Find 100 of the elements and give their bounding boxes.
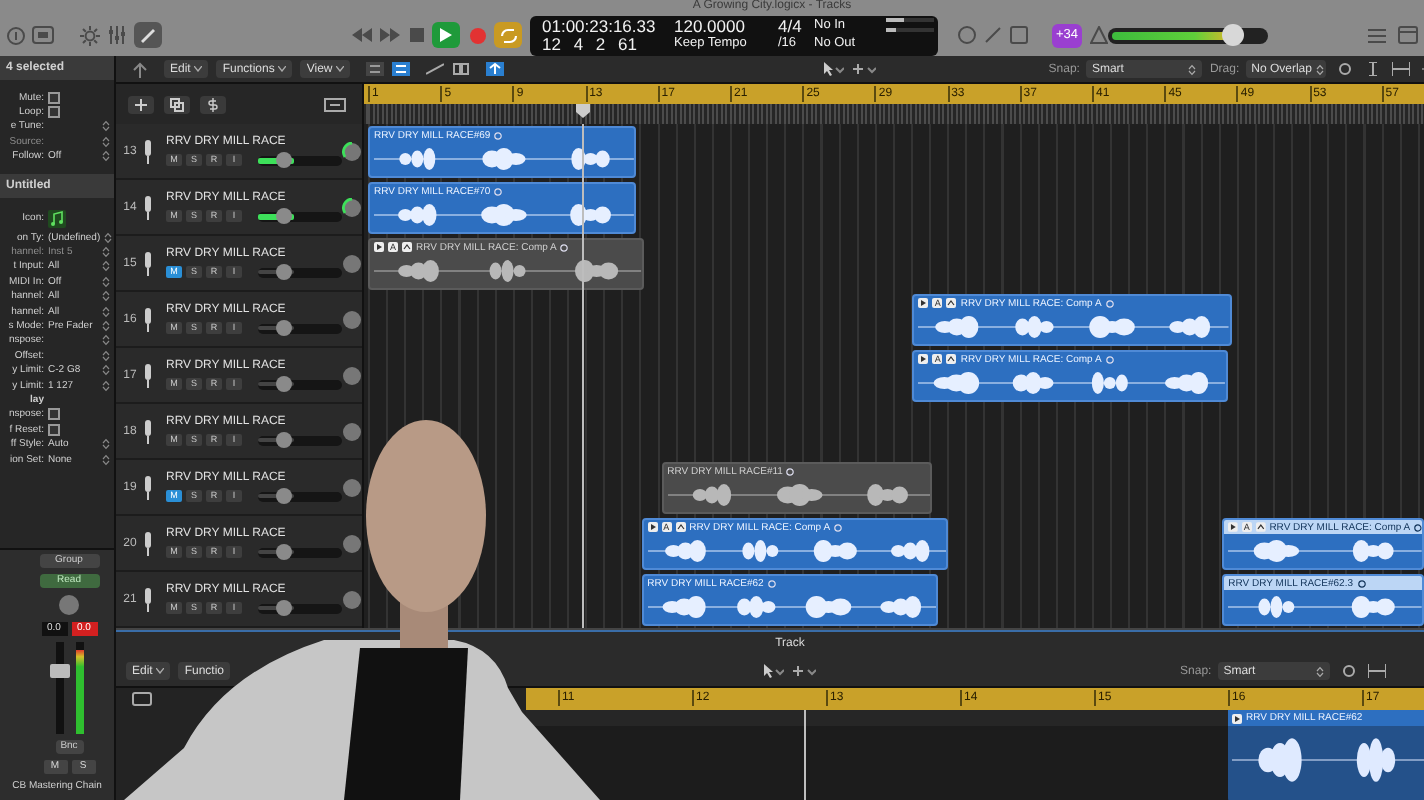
rewind-icon[interactable] (352, 28, 372, 42)
play-icon[interactable] (647, 522, 658, 532)
audio-track-icon (144, 587, 152, 611)
list-icon[interactable] (1368, 27, 1386, 43)
plus-tool-icon[interactable] (852, 62, 877, 76)
takes-fold-icon[interactable] (402, 242, 412, 252)
stepper-icon[interactable] (102, 319, 110, 332)
curve-icon[interactable] (426, 62, 445, 76)
stepper-icon[interactable] (102, 260, 110, 273)
loop-indicator-icon (767, 579, 776, 587)
caret-icon (156, 668, 165, 674)
duplicate-icon (170, 97, 184, 111)
slash-icon[interactable] (984, 26, 1002, 44)
stepper-icon[interactable] (102, 305, 110, 318)
catch-icon[interactable] (486, 62, 505, 76)
stepper-icon[interactable] (102, 150, 110, 163)
pointer-tool-icon[interactable] (820, 62, 845, 76)
play-icon[interactable] (1228, 522, 1238, 532)
split-icon[interactable] (452, 62, 471, 76)
dollar-button[interactable] (200, 95, 226, 113)
width-icon[interactable] (1391, 62, 1410, 76)
play-button[interactable] (432, 22, 460, 48)
loop-indicator-icon (1414, 523, 1422, 531)
caret-icon (336, 66, 345, 72)
stepper-icon (1315, 63, 1324, 75)
window-icon[interactable] (32, 26, 54, 44)
volume-slider[interactable] (258, 379, 342, 389)
volume-slider[interactable] (258, 603, 342, 613)
position-display: 12 4 2 61 (542, 34, 639, 54)
loop-indicator-icon (494, 131, 503, 139)
loop-indicator-icon (1357, 579, 1365, 587)
music-note-icon[interactable] (48, 209, 66, 228)
plus-tool-icon[interactable] (792, 664, 817, 678)
stepper-icon[interactable] (102, 334, 110, 347)
play-icon[interactable] (918, 354, 929, 364)
loop-indicator-icon (560, 243, 569, 251)
master-volume-slider[interactable] (1108, 27, 1268, 43)
audio-track-icon (144, 531, 152, 555)
fast-forward-icon[interactable] (380, 28, 400, 42)
play-icon[interactable] (918, 298, 929, 308)
pan-knob-icon[interactable] (342, 197, 362, 217)
volume-slider[interactable] (258, 491, 342, 501)
crosshair-icon[interactable] (1335, 62, 1354, 76)
checkbox[interactable] (48, 423, 60, 436)
text-cursor-icon[interactable] (1363, 62, 1382, 76)
edit-button[interactable] (134, 22, 162, 48)
global-tracks-icon[interactable] (324, 97, 346, 111)
audio-track-icon (144, 139, 152, 163)
list-view-icon[interactable] (366, 62, 385, 76)
stepper-icon[interactable] (102, 135, 110, 148)
audio-track-icon (144, 419, 152, 443)
stepper-icon[interactable] (102, 275, 110, 288)
duplicate-track-button[interactable] (164, 95, 190, 113)
brightness-icon[interactable] (80, 25, 100, 45)
takes-fold-icon[interactable] (946, 354, 957, 364)
stepper-icon[interactable] (102, 349, 110, 362)
audio-track-icon (144, 307, 152, 331)
checkbox[interactable] (48, 106, 60, 119)
audio-track-icon (144, 251, 152, 275)
takes-fold-icon[interactable] (675, 522, 686, 532)
volume-slider[interactable] (258, 435, 342, 445)
plus-icon (134, 97, 148, 111)
stepper-icon[interactable] (102, 120, 110, 133)
dollar-icon (206, 97, 220, 111)
play-icon[interactable] (1232, 713, 1242, 723)
volume-slider[interactable] (258, 211, 342, 221)
stepper-icon[interactable] (102, 364, 110, 377)
panel-icon[interactable] (1398, 26, 1418, 44)
stepper-icon[interactable] (102, 438, 110, 451)
audio-track-icon (144, 363, 152, 387)
pointer-tool-icon[interactable] (760, 664, 785, 678)
sliders-icon[interactable] (108, 26, 126, 44)
checkbox[interactable] (48, 91, 60, 104)
volume-slider[interactable] (258, 155, 342, 165)
width-icon[interactable] (1367, 664, 1386, 678)
audio-track-icon (144, 475, 152, 499)
cycle-button[interactable] (494, 22, 522, 48)
volume-slider[interactable] (258, 547, 342, 557)
box-icon[interactable] (1010, 26, 1028, 44)
region-icon[interactable] (132, 692, 152, 706)
checkbox[interactable] (48, 408, 60, 421)
takes-fold-icon[interactable] (1255, 522, 1266, 532)
volume-slider[interactable] (258, 323, 342, 333)
info-icon[interactable] (6, 25, 26, 45)
stepper-icon[interactable] (102, 290, 110, 303)
crosshair-icon[interactable] (1339, 664, 1358, 678)
stepper-icon[interactable] (104, 231, 113, 244)
play-icon[interactable] (374, 242, 384, 252)
play-icon (440, 28, 452, 42)
grid-view-icon[interactable] (392, 62, 411, 76)
volume-slider[interactable] (258, 267, 342, 277)
stepper-icon[interactable] (102, 246, 110, 259)
pan-knob-icon[interactable] (342, 141, 362, 161)
loop-indicator-icon (786, 467, 795, 475)
up-arrow-icon[interactable] (132, 61, 148, 77)
tempo-display: 120.0000 (674, 15, 747, 35)
stepper-icon[interactable] (102, 379, 110, 392)
add-track-button[interactable] (128, 95, 154, 113)
stepper-icon[interactable] (102, 453, 110, 465)
takes-fold-icon[interactable] (946, 298, 957, 308)
